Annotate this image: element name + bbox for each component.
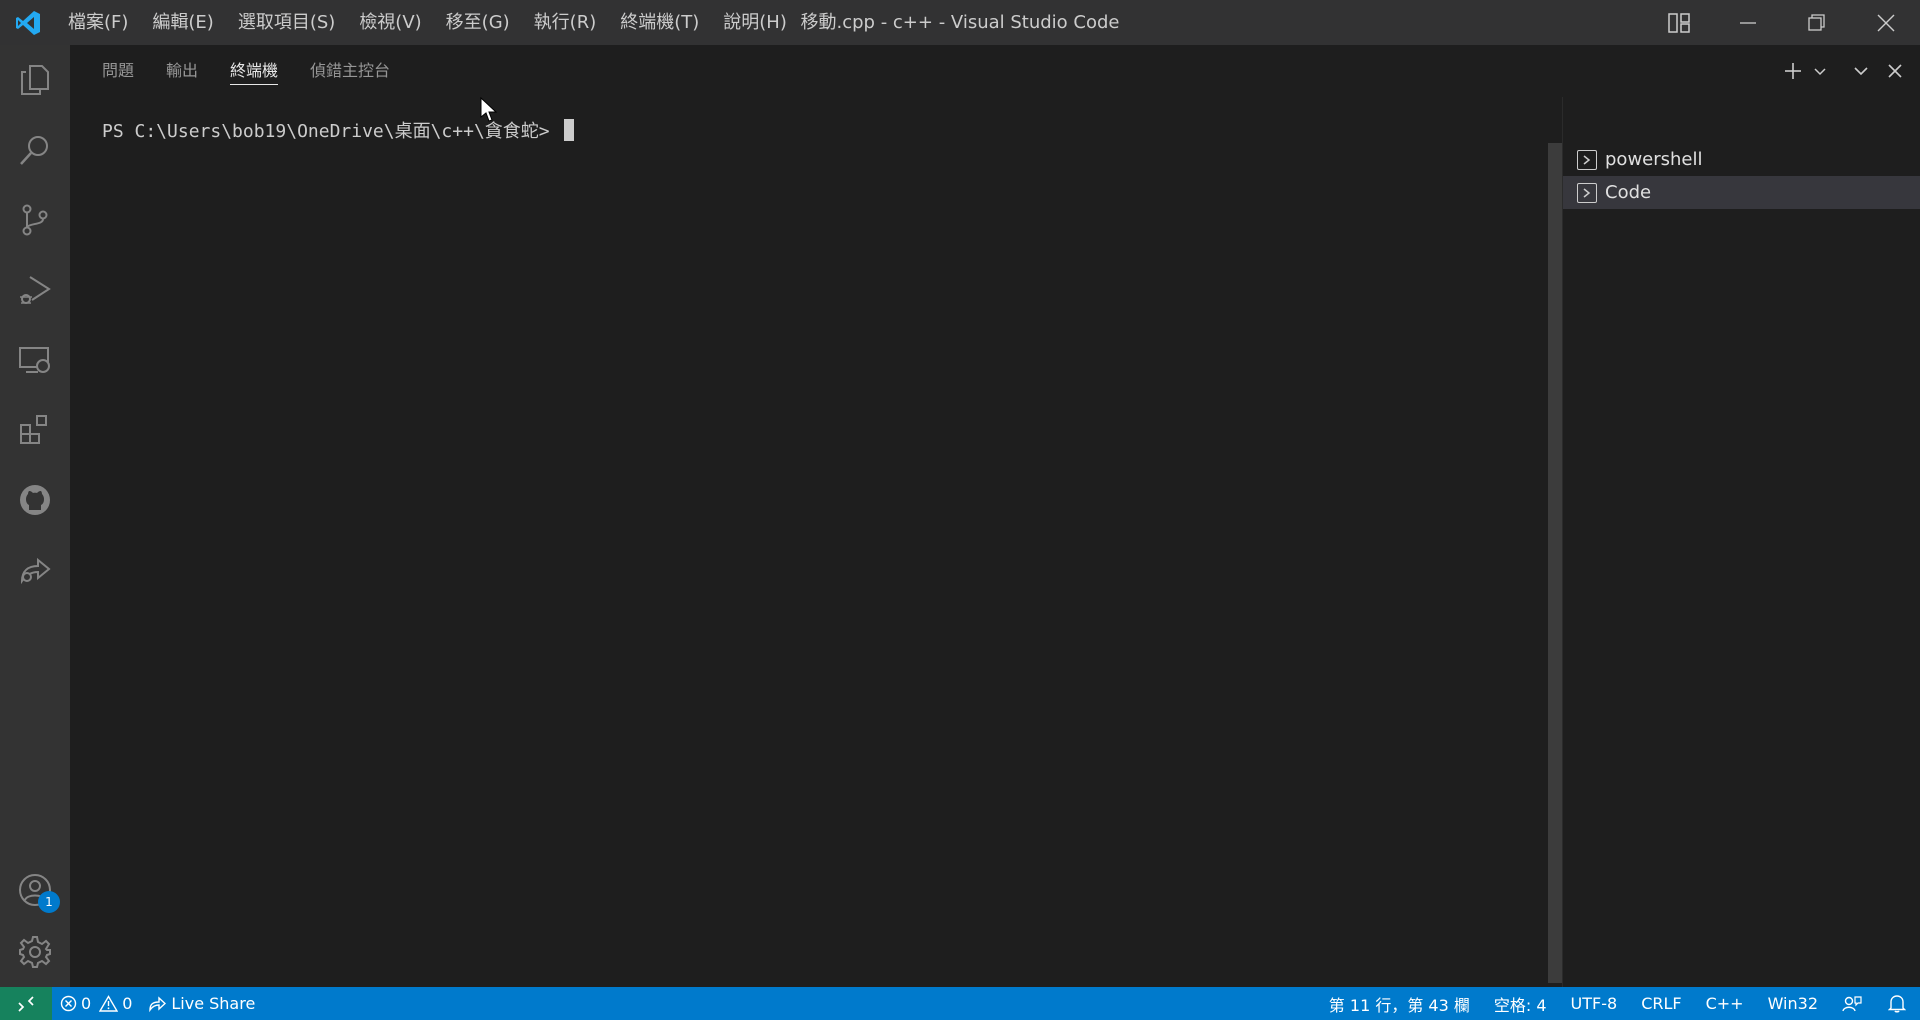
terminal-item-label: powershell	[1605, 149, 1703, 170]
live-share-icon	[20, 557, 51, 585]
terminal-scrollbar[interactable]	[1548, 143, 1562, 983]
terminal-item-label: Code	[1605, 182, 1652, 203]
restore-icon	[1807, 13, 1825, 31]
close-window-button[interactable]	[1851, 0, 1920, 45]
language-mode-status[interactable]: C++	[1694, 987, 1756, 1020]
terminal-output[interactable]: PS C:\Users\bob19\OneDrive\桌面\c++\貪食蛇>	[102, 117, 575, 143]
title-bar: 檔案(F) 編輯(E) 選取項目(S) 檢視(V) 移至(G) 執行(R) 終端…	[0, 0, 1920, 45]
menu-file[interactable]: 檔案(F)	[56, 0, 140, 45]
github-button[interactable]	[0, 465, 70, 535]
menu-help[interactable]: 說明(H)	[711, 0, 799, 45]
tab-debug-console[interactable]: 偵錯主控台	[310, 45, 390, 97]
error-count: 0	[81, 994, 92, 1013]
accounts-button[interactable]: 1	[0, 855, 70, 925]
menu-bar: 檔案(F) 編輯(E) 選取項目(S) 檢視(V) 移至(G) 執行(R) 終端…	[56, 0, 799, 45]
tab-output[interactable]: 輸出	[166, 45, 198, 97]
maximize-panel-button[interactable]	[1844, 45, 1878, 97]
terminal-icon	[1577, 149, 1597, 170]
remote-indicator-button[interactable]	[0, 987, 52, 1020]
panel-tabs: 問題 輸出 終端機 偵錯主控台	[70, 45, 390, 97]
menu-terminal[interactable]: 終端機(T)	[608, 0, 711, 45]
terminal-profiles-dropdown[interactable]	[1810, 45, 1830, 97]
warning-icon	[99, 995, 119, 1012]
remote-explorer-icon	[19, 347, 50, 373]
close-icon	[1877, 14, 1894, 31]
menu-go[interactable]: 移至(G)	[434, 0, 522, 45]
menu-run[interactable]: 執行(R)	[522, 0, 609, 45]
feedback-icon	[1842, 995, 1862, 1011]
status-bar-right: 第 11 行，第 43 欄 空格: 4 UTF-8 CRLF C++ Win32	[1317, 987, 1920, 1020]
platform-status[interactable]: Win32	[1756, 987, 1830, 1020]
menu-selection[interactable]: 選取項目(S)	[226, 0, 347, 45]
layout-toggle-button[interactable]	[1644, 0, 1713, 45]
cursor-position-status[interactable]: 第 11 行，第 43 欄	[1317, 987, 1482, 1020]
gear-icon	[19, 936, 51, 968]
close-icon	[1888, 64, 1902, 78]
bell-icon	[1888, 995, 1906, 1013]
source-control-button[interactable]	[0, 185, 70, 255]
terminal-item-code[interactable]: Code	[1563, 176, 1920, 209]
mouse-pointer-icon	[480, 97, 498, 122]
run-debug-icon	[20, 276, 51, 304]
tab-problems[interactable]: 問題	[102, 45, 134, 97]
live-share-label: Live Share	[171, 994, 256, 1013]
error-icon	[60, 995, 77, 1012]
plus-icon	[1785, 63, 1801, 79]
tab-terminal[interactable]: 終端機	[230, 45, 279, 97]
explorer-button[interactable]	[0, 45, 70, 115]
chevron-down-icon	[1814, 68, 1826, 76]
live-share-status-button[interactable]: Live Share	[140, 987, 263, 1020]
vscode-logo-icon[interactable]	[0, 0, 56, 45]
terminal-icon	[1577, 182, 1597, 203]
minimize-button[interactable]	[1713, 0, 1782, 45]
layout-icon	[1667, 12, 1690, 33]
encoding-status[interactable]: UTF-8	[1559, 987, 1630, 1020]
feedback-button[interactable]	[1830, 987, 1874, 1020]
restore-button[interactable]	[1782, 0, 1851, 45]
remote-icon	[18, 995, 34, 1012]
indentation-status[interactable]: 空格: 4	[1482, 987, 1559, 1020]
search-button[interactable]	[0, 115, 70, 185]
window-controls	[1644, 0, 1920, 45]
run-debug-button[interactable]	[0, 255, 70, 325]
manage-button[interactable]	[0, 917, 70, 987]
menu-view[interactable]: 檢視(V)	[347, 0, 433, 45]
live-share-button[interactable]	[0, 535, 70, 605]
problems-status[interactable]: 0 0	[52, 987, 140, 1020]
minimize-icon	[1739, 21, 1756, 24]
source-control-icon	[22, 204, 48, 236]
live-share-icon	[149, 995, 167, 1012]
accounts-badge: 1	[38, 891, 60, 913]
chevron-down-icon	[1854, 67, 1868, 76]
status-bar: 0 0 Live Share 第 11 行，第 43 欄 空格: 4 UTF-8…	[0, 987, 1920, 1020]
search-icon	[20, 136, 48, 165]
files-icon	[21, 65, 49, 95]
remote-explorer-button[interactable]	[0, 325, 70, 395]
close-panel-button[interactable]	[1878, 45, 1912, 97]
new-terminal-button[interactable]	[1776, 45, 1810, 97]
eol-status[interactable]: CRLF	[1629, 987, 1693, 1020]
panel-actions	[1776, 45, 1920, 97]
activity-bar: 1	[0, 45, 70, 987]
extensions-button[interactable]	[0, 395, 70, 465]
menu-edit[interactable]: 編輯(E)	[140, 0, 225, 45]
terminal-item-powershell[interactable]: powershell	[1563, 143, 1920, 176]
github-icon	[20, 485, 50, 515]
warning-count: 0	[122, 994, 133, 1013]
notifications-button[interactable]	[1874, 987, 1920, 1020]
terminal-list: powershell Code	[1562, 97, 1920, 987]
terminal-cursor	[564, 119, 575, 141]
terminal-panel: 問題 輸出 終端機 偵錯主控台 PS C:\Users\bob19\OneDri…	[70, 45, 1920, 987]
extensions-icon	[20, 415, 47, 444]
